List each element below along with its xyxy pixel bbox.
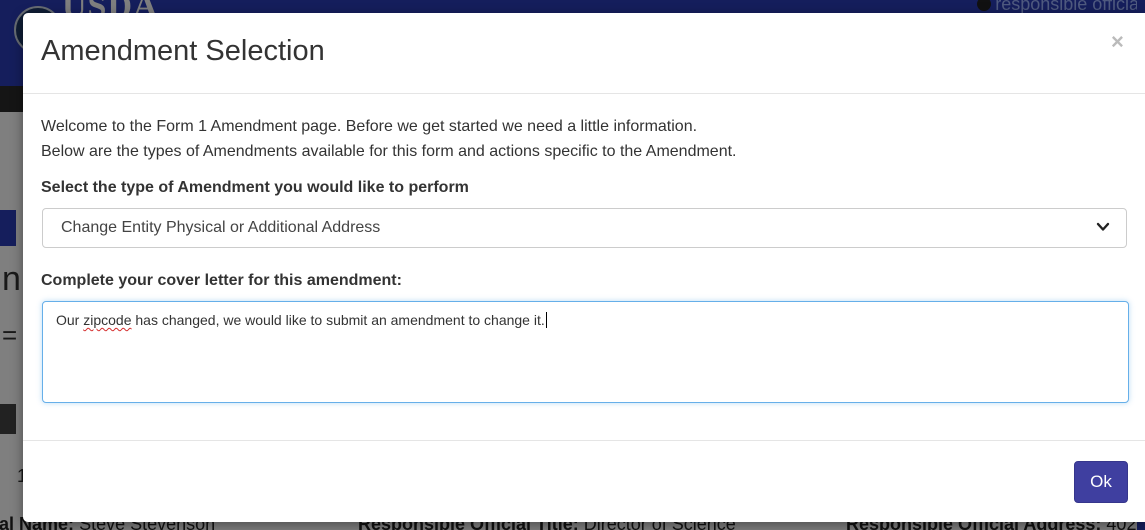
intro-text-line-1: Welcome to the Form 1 Amendment page. Be… <box>41 118 698 135</box>
modal-title: Amendment Selection <box>41 35 325 67</box>
close-icon[interactable]: × <box>1111 31 1124 53</box>
modal-body: Welcome to the Form 1 Amendment page. Be… <box>41 114 1131 403</box>
modal-header: Amendment Selection × <box>23 13 1145 94</box>
ok-button[interactable]: Ok <box>1074 461 1128 503</box>
amendment-type-selected-value: Change Entity Physical or Additional Add… <box>61 219 381 236</box>
amendment-type-select[interactable]: Change Entity Physical or Additional Add… <box>42 208 1127 248</box>
cover-letter-label: Complete your cover letter for this amen… <box>41 272 402 289</box>
text-caret <box>545 312 547 328</box>
chevron-down-icon <box>1096 222 1110 231</box>
intro-text-line-2: Below are the types of Amendments availa… <box>41 143 737 160</box>
cover-letter-text: Our zipcode has changed, we would like t… <box>56 312 547 328</box>
amendment-selection-dialog: Amendment Selection × Welcome to the For… <box>23 13 1145 522</box>
amendment-type-label: Select the type of Amendment you would l… <box>41 179 469 196</box>
misspelled-word: zipcode <box>83 312 132 328</box>
modal-footer: Ok <box>23 440 1145 523</box>
cover-letter-textarea[interactable]: Our zipcode has changed, we would like t… <box>42 301 1129 403</box>
